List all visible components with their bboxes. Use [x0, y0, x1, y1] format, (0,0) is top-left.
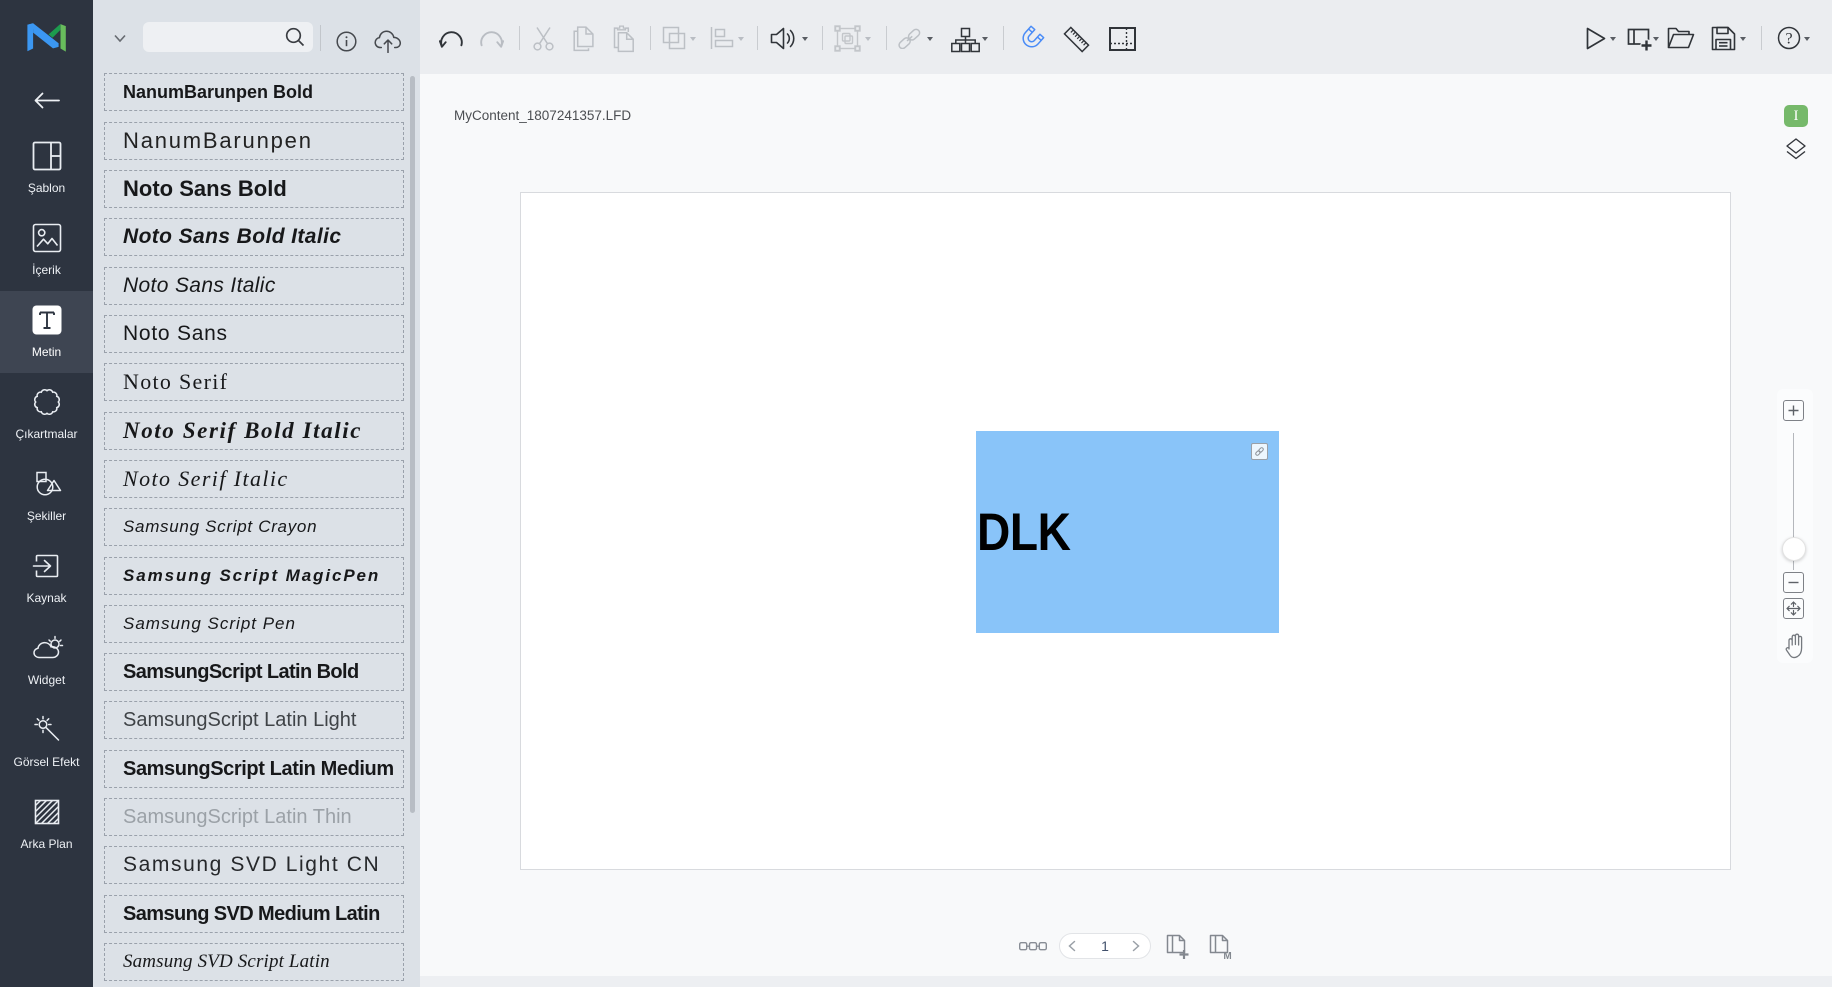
svg-text:M: M [1223, 951, 1231, 960]
svg-text:?: ? [1785, 30, 1792, 47]
